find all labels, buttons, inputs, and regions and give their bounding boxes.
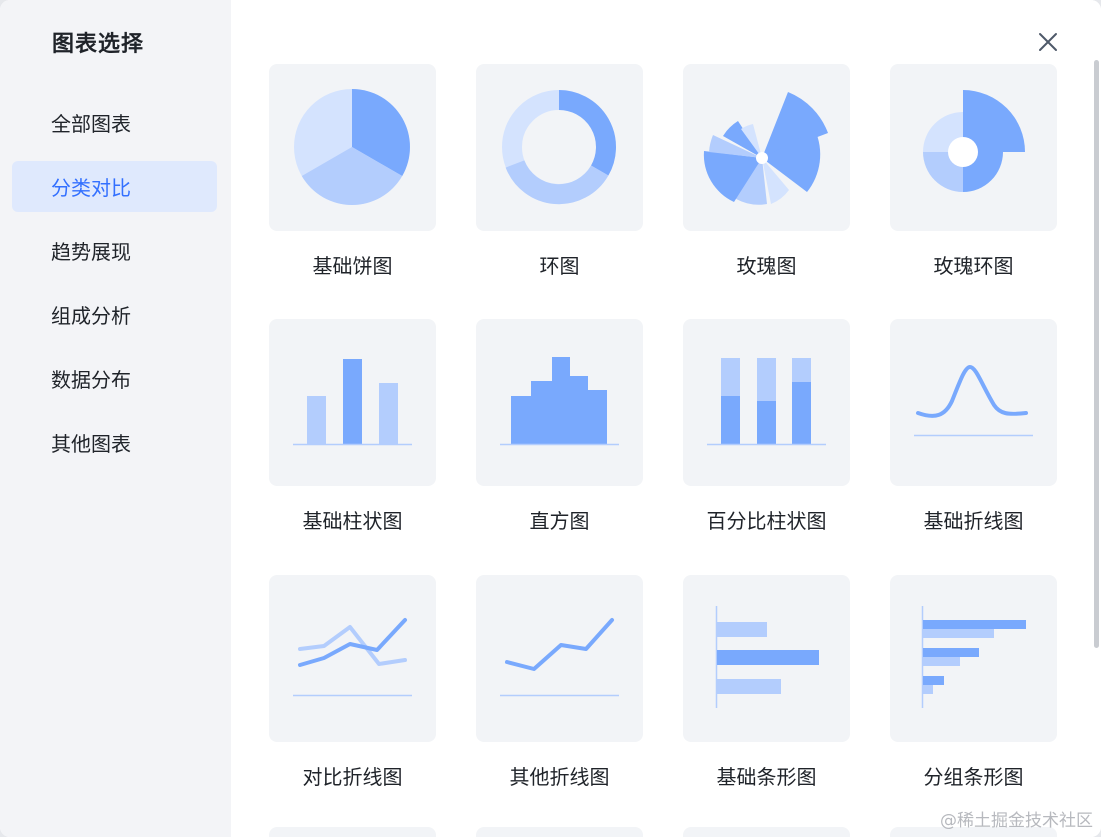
nav-item-label: 全部图表 [51, 112, 131, 136]
chart-thumbnail [683, 575, 850, 742]
chart-option-label: 其他折线图 [509, 765, 610, 789]
chart-option-label: 百分比柱状图 [706, 509, 827, 533]
chart-thumbnail-partial [476, 827, 643, 837]
close-icon [1039, 33, 1057, 51]
horizontal-bar-chart-icon [715, 606, 819, 708]
chart-option-basic-line[interactable]: 基础折线图 [890, 319, 1057, 544]
line-chart-icon [914, 364, 1033, 437]
chart-thumbnail [476, 575, 643, 742]
pie-chart-icon [294, 89, 410, 205]
chart-option-donut[interactable]: 环图 [476, 64, 643, 289]
chart-option-label: 环图 [539, 254, 580, 278]
nav-item-distribution[interactable]: 数据分布 [12, 353, 217, 404]
chart-thumbnail [476, 319, 643, 486]
chart-thumbnail-partial [269, 827, 436, 837]
chart-thumbnail [683, 319, 850, 486]
scrollbar-thumb[interactable] [1094, 60, 1099, 648]
nav-item-category-compare[interactable]: 分类对比 [12, 161, 217, 212]
chart-thumbnail-partial [683, 827, 850, 837]
compare-line-chart-icon [293, 618, 412, 697]
donut-chart-icon [502, 90, 616, 205]
rose-chart-icon [703, 92, 828, 205]
chart-option-label: 玫瑰图 [736, 254, 797, 278]
nav-item-label: 数据分布 [51, 368, 131, 392]
chart-option-compare-line[interactable]: 对比折线图 [269, 575, 436, 800]
chart-option-basic-bar[interactable]: 基础柱状图 [269, 319, 436, 544]
chart-thumbnail [269, 64, 436, 231]
nav-item-label: 其他图表 [51, 432, 131, 456]
chart-thumbnail [476, 64, 643, 231]
close-button[interactable] [1035, 29, 1061, 55]
chart-thumbnail [683, 64, 850, 231]
chart-option-percent-bar[interactable]: 百分比柱状图 [683, 319, 850, 544]
chart-picker-dialog: 图表选择 全部图表 分类对比 趋势展现 组成分析 数据分布 其他图表 基础饼图 … [0, 0, 1101, 837]
chart-option-rose-donut[interactable]: 玫瑰环图 [890, 64, 1057, 289]
dialog-title: 图表选择 [52, 32, 145, 57]
bar-chart-icon [293, 359, 412, 446]
other-line-chart-icon [500, 618, 619, 697]
chart-option-label: 玫瑰环图 [933, 254, 1014, 278]
chart-thumbnail [890, 64, 1057, 231]
nav-item-composition[interactable]: 组成分析 [12, 289, 217, 340]
chart-thumbnail [890, 575, 1057, 742]
chart-option-label: 基础饼图 [312, 254, 393, 278]
nav-item-other-charts[interactable]: 其他图表 [12, 417, 217, 468]
rose-donut-chart-icon [923, 90, 1025, 192]
chart-thumbnail [269, 575, 436, 742]
chart-option-other-line[interactable]: 其他折线图 [476, 575, 643, 800]
chart-option-grouped-horizontal-bar[interactable]: 分组条形图 [890, 575, 1057, 800]
percent-bar-chart-icon [707, 358, 826, 446]
nav-item-label: 趋势展现 [51, 240, 131, 264]
nav-item-label: 组成分析 [51, 304, 131, 328]
chart-thumbnail [890, 319, 1057, 486]
nav-item-label: 分类对比 [51, 176, 131, 200]
chart-option-label: 基础条形图 [716, 765, 817, 789]
chart-thumbnail [269, 319, 436, 486]
chart-option-basic-horizontal-bar[interactable]: 基础条形图 [683, 575, 850, 800]
chart-option-label: 分组条形图 [923, 765, 1024, 789]
chart-option-basic-pie[interactable]: 基础饼图 [269, 64, 436, 289]
histogram-icon [500, 357, 619, 446]
chart-option-label: 对比折线图 [302, 765, 403, 789]
chart-option-label: 基础折线图 [923, 509, 1024, 533]
chart-option-label: 基础柱状图 [302, 509, 403, 533]
nav-item-all-charts[interactable]: 全部图表 [12, 97, 217, 148]
nav-item-trend[interactable]: 趋势展现 [12, 225, 217, 276]
chart-option-histogram[interactable]: 直方图 [476, 319, 643, 544]
chart-option-rose[interactable]: 玫瑰图 [683, 64, 850, 289]
chart-option-label: 直方图 [529, 509, 590, 533]
sidebar: 图表选择 全部图表 分类对比 趋势展现 组成分析 数据分布 其他图表 [0, 0, 231, 837]
watermark: @稀土掘金技术社区 [940, 811, 1093, 831]
grouped-horizontal-bar-chart-icon [921, 606, 1026, 708]
